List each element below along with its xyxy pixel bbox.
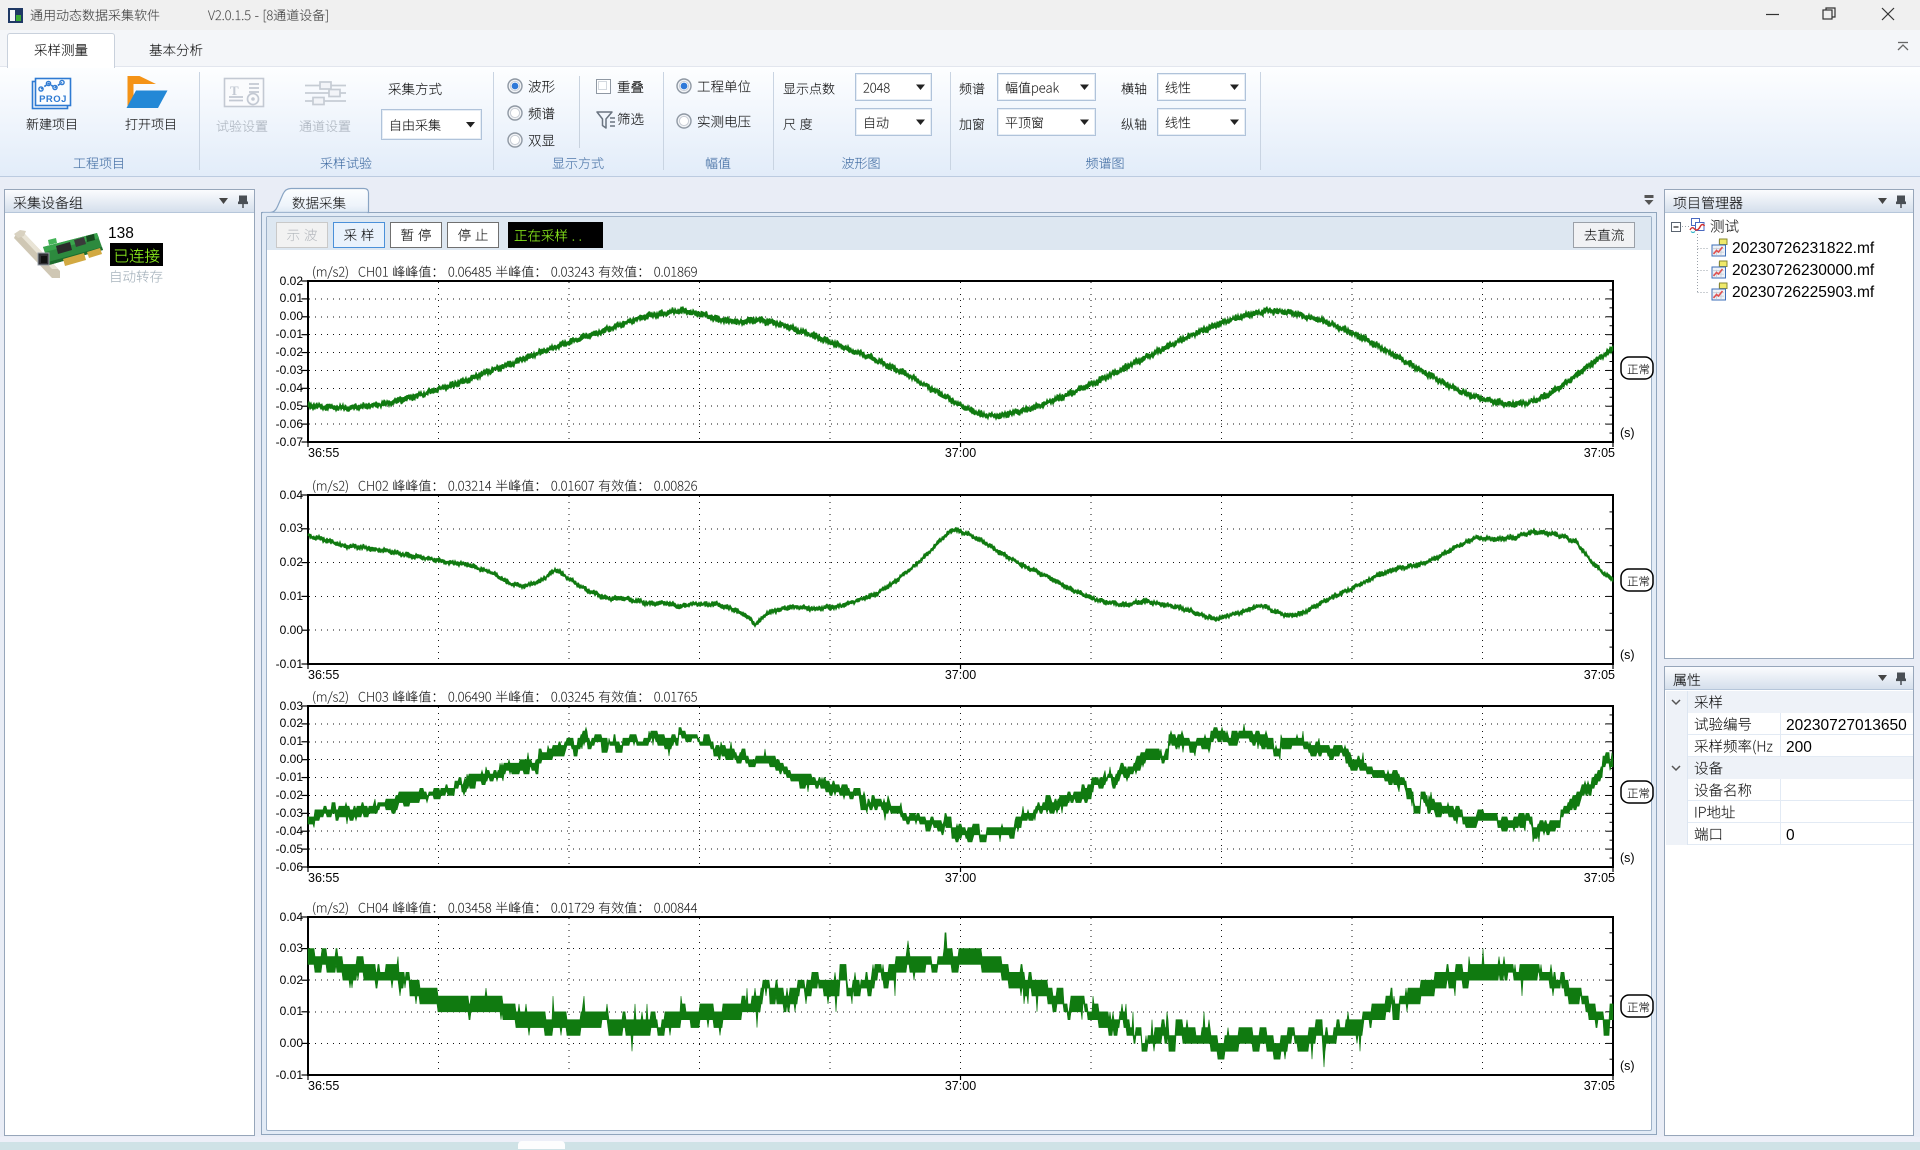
svg-text:PROJ: PROJ <box>39 94 67 105</box>
svg-text:T: T <box>230 83 239 98</box>
